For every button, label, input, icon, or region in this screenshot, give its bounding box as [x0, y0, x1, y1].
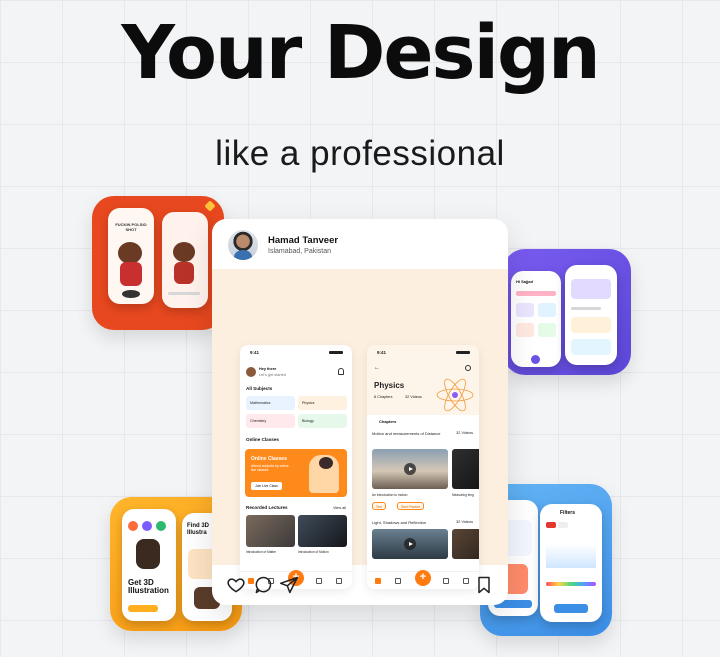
author-location: Islamabad, Pakistan [268, 248, 332, 255]
video-thumb-length [452, 449, 479, 489]
search-icon [465, 365, 471, 371]
tile-title: Filters [560, 510, 576, 516]
tile-greeting: Hi Sajjad [516, 279, 533, 284]
headline: Your Design [121, 10, 600, 96]
tile-phone-text: FUCKIN POLSIO SHOT [115, 222, 147, 232]
video-thumb-motion [372, 449, 448, 489]
chapters-count: 8 Chapters [374, 395, 393, 399]
bell-icon [338, 368, 344, 375]
orange-project-tile[interactable]: FUCKIN POLSIO SHOT [92, 196, 224, 330]
chapter2-title: Light, Shadows and Reflection [372, 520, 427, 525]
home-screen-mockup: 9:41 Hey there Let's get started All Sub… [240, 345, 352, 589]
toy-figure-icon [118, 242, 142, 264]
online-card-desc: Attend subjects by online live classes [251, 464, 289, 472]
tile-phone-right [565, 265, 617, 365]
practice-chip: Start Practice [397, 502, 425, 510]
chapter2-videos: 32 Videos [456, 520, 473, 524]
status-icons [456, 351, 470, 354]
play-icon [404, 463, 416, 475]
post-actions [212, 565, 508, 605]
subject-mathematics: Mathematics [246, 396, 295, 410]
author-avatar[interactable] [228, 230, 258, 260]
bookmark-icon[interactable] [474, 575, 494, 595]
videos-count: 32 Videos [405, 395, 422, 399]
greeting-sub: Let's get started [259, 373, 286, 377]
view-all-link: View all [332, 506, 346, 510]
status-icons [329, 351, 343, 354]
user-avatar [246, 367, 256, 377]
purple-project-tile[interactable]: Hi Sajjad [503, 249, 631, 375]
tile-phone-right: Filters [540, 504, 602, 622]
post-card[interactable]: Hamad Tanveer Islamabad, Pakistan 9:41 H… [212, 219, 508, 605]
status-time: 9:41 [250, 350, 260, 355]
video-thumb-shadow [452, 529, 479, 559]
tile-phone-left: FUCKIN POLSIO SHOT [108, 208, 154, 304]
recorded-lectures-heading: Recorded Lectures [246, 505, 288, 510]
post-header: Hamad Tanveer Islamabad, Pakistan [212, 219, 508, 269]
video-thumb-light [372, 529, 448, 559]
sparkle-icon [204, 200, 216, 212]
lecture-caption-2: Introduction of Motion [298, 550, 329, 554]
share-icon[interactable] [279, 575, 299, 595]
greeting: Hey there [259, 367, 277, 371]
play-icon [404, 538, 416, 550]
online-card-title: Online Classes [251, 456, 287, 462]
physics-title: Physics [374, 381, 405, 390]
video1-caption: An Introduction to motion [372, 493, 408, 497]
chapter1-videos: 32 Videos [456, 431, 473, 435]
lecture-thumb-motion [298, 515, 347, 547]
subline: like a professional [215, 134, 505, 173]
online-classes-card: Online Classes Attend subjects by online… [245, 449, 347, 497]
tile-phone-left: Get 3D Illustration [122, 509, 176, 621]
tile-phone-left: Hi Sajjad [511, 271, 561, 367]
subject-chemistry: Chemistry [246, 414, 295, 428]
video2-caption: Measuring leng [452, 493, 474, 497]
comment-icon[interactable] [253, 575, 273, 595]
lecture-thumb-matter [246, 515, 295, 547]
tile-title: Get 3D Illustration [128, 578, 169, 595]
online-classes-heading: Online Classes [246, 437, 279, 442]
all-subjects-heading: All Subjects [246, 386, 273, 391]
subject-physics: Physics [298, 396, 347, 410]
author-name[interactable]: Hamad Tanveer [268, 235, 338, 246]
chapter1-title: Motion and measurements of Distance [372, 431, 441, 436]
subject-biology: Biology [298, 414, 347, 428]
test-chip: Test [372, 502, 386, 510]
atom-icon [436, 378, 474, 412]
join-live-class-button: Join Live Class [251, 482, 282, 490]
back-arrow-icon: ← [374, 365, 380, 371]
heart-icon[interactable] [226, 575, 246, 595]
physics-screen-mockup: 9:41 ← Physics 8 Chapters 32 Videos Chap… [367, 345, 479, 589]
tile-phone-right [162, 212, 208, 308]
lecture-caption-1: Introduction of Matter [246, 550, 277, 554]
post-media[interactable]: 9:41 Hey there Let's get started All Sub… [212, 269, 508, 589]
status-time: 9:41 [377, 350, 387, 355]
chapters-heading: Chapters [379, 419, 397, 424]
